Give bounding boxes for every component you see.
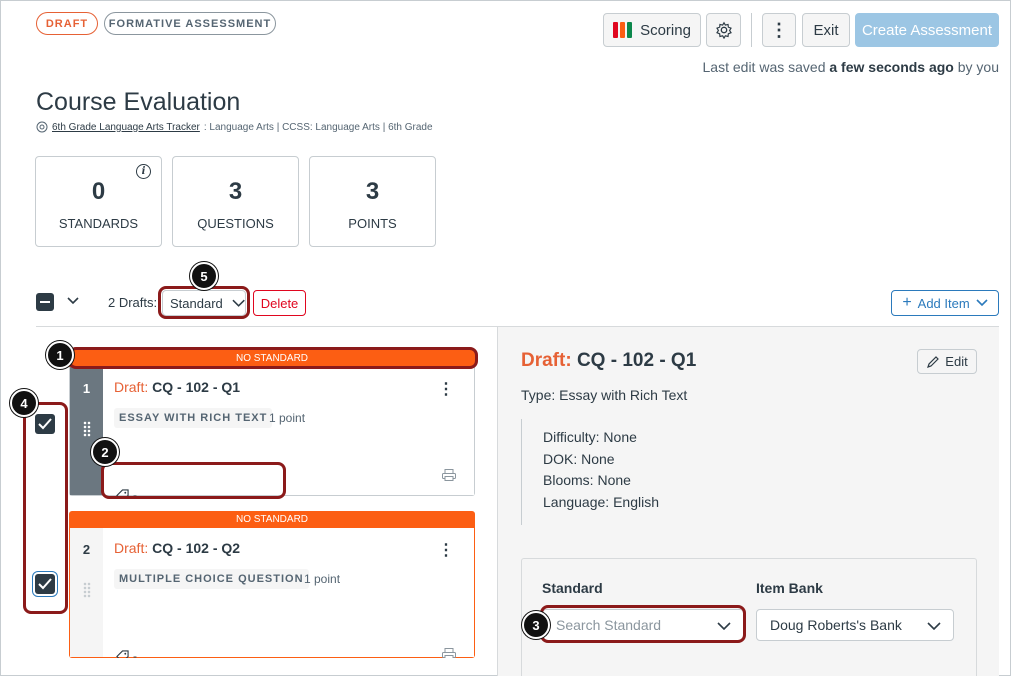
question-type-tag: ESSAY WITH RICH TEXT: [114, 408, 273, 428]
draft-prefix: Draft:: [114, 540, 149, 556]
stat-value: 0: [91, 178, 106, 205]
item-bank-select[interactable]: Doug Roberts's Bank: [756, 609, 954, 641]
question-number: 2: [82, 542, 91, 557]
plus-icon: +: [902, 294, 912, 311]
callout-box-1: [68, 347, 478, 369]
chevron-down-icon: [927, 622, 941, 630]
callout-badge-2: 2: [91, 438, 119, 466]
info-icon[interactable]: i: [136, 164, 151, 179]
stat-standards: i 0 STANDARDS: [35, 156, 162, 247]
tracker-link[interactable]: 6th Grade Language Arts Tracker: [52, 122, 200, 133]
settings-button[interactable]: [706, 13, 741, 47]
callout-badge-4: 4: [10, 389, 38, 417]
edit-button[interactable]: Edit: [917, 349, 977, 374]
question-menu-icon[interactable]: ⋮: [438, 379, 454, 399]
assessment-type-pill: FORMATIVE ASSESSMENT: [104, 12, 276, 35]
stat-value: 3: [228, 178, 243, 205]
callout-badge-3: 3: [522, 611, 550, 639]
callout-box-2: [101, 462, 286, 499]
attr-dok: DOK: None: [543, 450, 615, 467]
question-points: 1 point: [304, 572, 341, 586]
target-icon: [36, 121, 48, 133]
question-points: 1 point: [269, 411, 306, 425]
question-title[interactable]: Draft: CQ - 102 - Q1: [114, 379, 240, 395]
chevron-down-icon[interactable]: [67, 297, 79, 305]
more-options-button[interactable]: ⋮: [762, 13, 796, 47]
draft-status-pill: DRAFT: [36, 12, 98, 35]
item-bank-value: Doug Roberts's Bank: [770, 617, 902, 633]
attr-language: Language: English: [543, 494, 659, 511]
item-bank-label: Item Bank: [756, 580, 823, 596]
select-all-checkbox[interactable]: [36, 293, 54, 311]
page-title: Course Evaluation: [36, 88, 241, 116]
save-status-prefix: Last edit was saved: [702, 59, 826, 75]
no-standard-banner: NO STANDARD: [69, 511, 475, 528]
pencil-icon: [927, 355, 940, 368]
callout-badge-1: 1: [46, 341, 74, 369]
chevron-down-icon: [976, 299, 988, 307]
scoring-button[interactable]: Scoring: [603, 13, 701, 47]
question-standard: -: [116, 649, 137, 658]
attr-blooms: Blooms: None: [543, 472, 631, 489]
drafts-count: 2 Drafts:: [108, 295, 158, 310]
detail-attributes: Difficulty: None DOK: None Blooms: None …: [521, 419, 659, 525]
question-title-text: CQ - 102 - Q2: [152, 540, 241, 556]
stat-questions: 3 QUESTIONS: [172, 156, 299, 247]
exit-button[interactable]: Exit: [802, 13, 850, 47]
gear-icon: [715, 21, 732, 39]
stat-label: QUESTIONS: [197, 216, 274, 231]
tag-icon: [116, 649, 129, 658]
printer-icon[interactable]: [442, 648, 456, 658]
detail-draft-prefix: Draft:: [521, 350, 572, 371]
question-rail: 1: [70, 367, 103, 495]
detail-title: Draft: CQ - 102 - Q1: [521, 350, 696, 372]
stat-value: 3: [365, 178, 380, 205]
save-status-time: a few seconds ago: [829, 59, 954, 75]
standard-label: Standard: [542, 580, 603, 596]
question-title[interactable]: Draft: CQ - 102 - Q2: [114, 540, 240, 556]
question-menu-icon[interactable]: ⋮: [438, 540, 454, 560]
kebab-icon: ⋮: [770, 20, 788, 40]
detail-type: Type: Essay with Rich Text: [521, 387, 688, 403]
edit-label: Edit: [945, 354, 968, 369]
question-rail: 2: [70, 528, 103, 657]
attr-difficulty: Difficulty: None: [543, 429, 637, 445]
draft-prefix: Draft:: [114, 379, 149, 395]
create-assessment-button[interactable]: Create Assessment: [855, 13, 999, 47]
callout-box-4: [23, 402, 68, 614]
callout-box-5: [158, 286, 250, 319]
meta-details: : Language Arts | CCSS: Language Arts | …: [203, 121, 433, 133]
save-status-suffix: by you: [957, 59, 999, 75]
stat-label: STANDARDS: [58, 216, 139, 231]
question-type-tag: MULTIPLE CHOICE QUESTION: [114, 569, 309, 589]
add-item-button[interactable]: + Add Item: [891, 290, 999, 316]
stat-points: 3 POINTS: [309, 156, 436, 247]
callout-box-3: [540, 605, 746, 643]
stat-label: POINTS: [348, 216, 397, 231]
drag-handle-icon[interactable]: [83, 421, 91, 437]
question-title-text: CQ - 102 - Q1: [152, 379, 241, 395]
toolbar-divider: [751, 13, 752, 47]
scoring-icon: [613, 22, 633, 38]
delete-button[interactable]: Delete: [253, 290, 306, 316]
scoring-label: Scoring: [640, 21, 691, 39]
question-card-2[interactable]: NO STANDARD 2 Draft: CQ - 102 - Q2 ⋮ MUL…: [69, 511, 475, 658]
save-status: Last edit was saved a few seconds ago by…: [703, 59, 999, 75]
printer-icon[interactable]: [442, 469, 456, 481]
detail-title-text: CQ - 102 - Q1: [576, 350, 697, 371]
standard-value: -: [133, 649, 137, 658]
add-item-label: Add Item: [917, 295, 970, 311]
assessment-meta: 6th Grade Language Arts Tracker : Langua…: [36, 121, 433, 133]
question-number: 1: [82, 381, 91, 396]
callout-badge-5: 5: [190, 262, 218, 290]
drag-handle-icon[interactable]: [83, 582, 91, 598]
